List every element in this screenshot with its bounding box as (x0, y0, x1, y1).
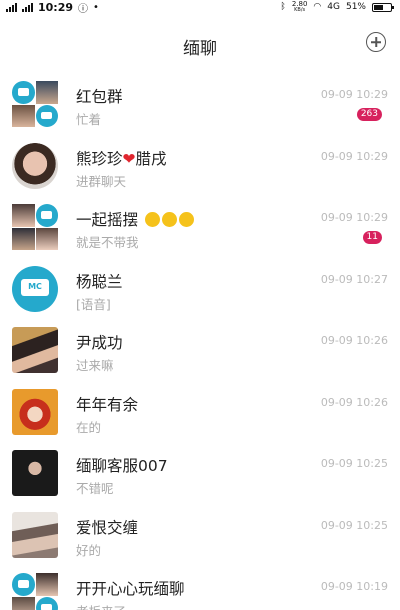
contact-avatar (12, 511, 58, 558)
chat-name: 缅聊客服007 (76, 457, 168, 475)
net-speed-unit: KB/s (294, 7, 306, 13)
chat-preview: 忙着 (76, 112, 102, 127)
chat-name: 尹成功 (76, 334, 123, 352)
group-member-avatar (35, 573, 58, 596)
dot-icon: • (93, 1, 99, 13)
chat-name: 爱恨交缠 (76, 518, 139, 537)
group-avatar (12, 573, 58, 610)
chat-preview: [语音] (76, 296, 111, 312)
group-member-avatar (35, 104, 58, 127)
chat-name-text: 熊珍珍 (76, 149, 123, 168)
unread-badge: 11 (362, 231, 382, 244)
chat-row[interactable]: MC 杨聪兰 [语音] 09-09 10:27 (0, 257, 400, 319)
chat-time: 09-09 10:29 (320, 149, 388, 163)
chat-row[interactable]: 尹成功 过来嘛 09-09 10:26 (0, 318, 400, 380)
chat-preview: 进群聊天 (76, 173, 127, 189)
chat-row[interactable]: 年年有余 在的 09-09 10:26 (0, 380, 400, 442)
laughing-emoji-icon (161, 212, 177, 227)
contact-avatar: MC (12, 265, 58, 312)
group-avatar (12, 81, 58, 127)
battery-percent: 51% (345, 2, 366, 12)
contact-avatar (12, 450, 58, 496)
chat-row[interactable]: 爱恨交缠 好的 09-09 10:25 (0, 503, 400, 565)
status-left: 10:29 ⓘ • (6, 0, 99, 15)
chat-row[interactable]: 红包群 忙着 09-09 10:29 263 (0, 72, 400, 134)
group-member-avatar (12, 104, 35, 127)
battery-icon (372, 2, 394, 12)
chat-preview: 在的 (76, 419, 102, 435)
app-logo-icon: MC (12, 265, 58, 312)
signal-icon (6, 2, 17, 12)
bluetooth-icon: ᛒ (280, 2, 286, 12)
group-member-avatar (35, 596, 58, 610)
chat-preview: 好的 (76, 542, 102, 558)
chat-time: 09-09 10:25 (320, 457, 388, 470)
status-time: 10:29 (38, 0, 74, 14)
chat-row[interactable]: 一起摇摆 就是不带我 09-09 10:29 11 (0, 195, 400, 257)
plus-circle-icon[interactable] (366, 32, 386, 52)
heart-icon: ❤ (122, 149, 136, 168)
chat-time: 09-09 10:27 (320, 272, 388, 286)
group-member-avatar (12, 227, 35, 250)
chat-preview: 不错呢 (76, 481, 114, 496)
chat-name: 熊珍珍❤腊戌 (76, 147, 167, 169)
net-speed: 2.80 KB/s (292, 1, 308, 14)
chat-name: 年年有余 (76, 395, 139, 414)
chat-name: 红包群 (76, 88, 123, 106)
unread-badge: 263 (356, 108, 382, 121)
chat-time: 09-09 10:26 (320, 395, 388, 409)
signal-icon (22, 2, 33, 12)
contact-avatar (12, 388, 58, 435)
group-member-avatar (12, 81, 35, 104)
chat-name: 杨聪兰 (76, 272, 123, 291)
group-avatar (12, 204, 58, 250)
chat-time: 09-09 10:25 (320, 518, 388, 532)
wifi-icon: ◠ (313, 2, 322, 12)
group-member-avatar (35, 227, 58, 250)
header: 缅聊 (0, 26, 400, 66)
contact-avatar (12, 327, 58, 373)
chat-row[interactable]: 开开心心玩缅聊 老板来了 09-09 10:19 (0, 564, 400, 610)
chat-preview: 老板来了 (76, 601, 126, 610)
group-member-avatar (12, 596, 35, 610)
group-member-avatar (12, 204, 35, 227)
chat-time: 09-09 10:29 (320, 211, 388, 224)
chat-row[interactable]: 缅聊客服007 不错呢 09-09 10:25 (0, 441, 400, 503)
laughing-emoji-icon (144, 212, 160, 227)
group-member-avatar (35, 81, 58, 104)
chat-list: 红包群 忙着 09-09 10:29 263 熊珍珍❤腊戌 进群聊天 09-09… (0, 72, 400, 610)
chat-time: 09-09 10:26 (320, 334, 388, 347)
chat-name: 开开心心玩缅聊 (76, 580, 185, 598)
contact-avatar (12, 142, 58, 189)
chat-name-text: 一起摇摆 (76, 211, 139, 229)
status-bar: 10:29 ⓘ • ᛒ 2.80 KB/s ◠ 4G 51% (0, 0, 400, 15)
chat-name-suffix: 腊戌 (135, 149, 167, 168)
chat-name: 一起摇摆 (76, 208, 194, 230)
page-title: 缅聊 (183, 39, 217, 59)
chat-preview: 就是不带我 (76, 235, 139, 250)
chat-time: 09-09 10:19 (320, 580, 388, 593)
chat-preview: 过来嘛 (76, 358, 114, 373)
group-member-avatar (35, 204, 58, 227)
notification-icon: ⓘ (78, 3, 89, 15)
chat-row[interactable]: 熊珍珍❤腊戌 进群聊天 09-09 10:29 (0, 134, 400, 196)
network-type: 4G (327, 2, 340, 12)
group-member-avatar (12, 573, 35, 596)
laughing-emoji-icon (178, 212, 194, 227)
chat-time: 09-09 10:29 (320, 88, 388, 101)
status-right: ᛒ 2.80 KB/s ◠ 4G 51% (280, 0, 394, 14)
